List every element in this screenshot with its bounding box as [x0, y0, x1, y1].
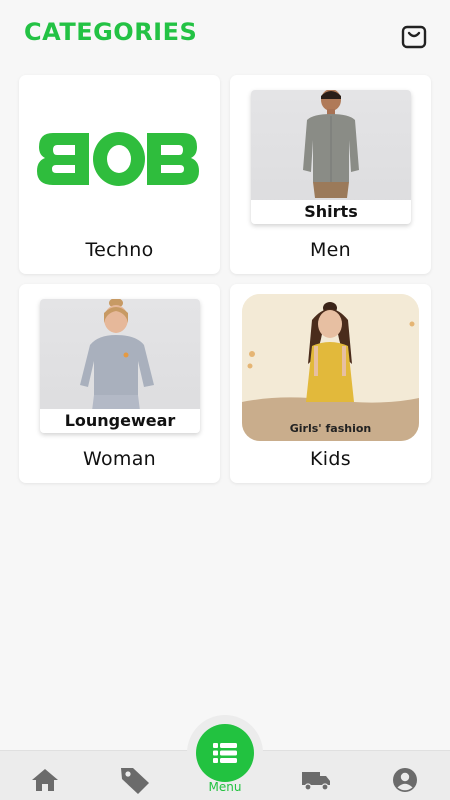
nav-deals[interactable] — [115, 765, 155, 795]
app-header: CATEGORIES — [0, 0, 450, 70]
menu-list-icon — [213, 743, 237, 763]
shopping-bag-icon — [401, 25, 427, 49]
home-icon — [32, 769, 58, 791]
kids-fashion-image: Girls' fashion — [242, 294, 419, 441]
bob-logo-image — [37, 132, 199, 186]
girl-figure-illustration — [242, 294, 419, 441]
page-title: CATEGORIES — [24, 18, 198, 46]
category-label: Men — [309, 239, 352, 261]
cart-button[interactable] — [396, 18, 432, 54]
thumb-caption: Girls' fashion — [289, 422, 372, 435]
men-shirts-image: Shirts — [251, 90, 411, 224]
category-label: Techno — [85, 239, 154, 261]
account-icon — [393, 768, 417, 792]
woman-loungewear-image: Loungewear — [40, 299, 200, 433]
menu-label: Menu — [208, 780, 242, 794]
menu-button[interactable] — [196, 724, 254, 782]
category-card-techno[interactable]: Techno — [19, 75, 220, 274]
category-label: Kids — [310, 448, 351, 470]
thumb-caption: Shirts — [251, 200, 411, 224]
thumb-caption: Loungewear — [40, 409, 200, 433]
category-label: Woman — [83, 448, 156, 470]
nav-account[interactable] — [385, 765, 425, 795]
truck-icon — [302, 772, 330, 791]
category-card-kids[interactable]: Girls' fashion Kids — [230, 284, 431, 483]
tag-icon — [121, 768, 149, 794]
nav-delivery[interactable] — [296, 765, 336, 795]
nav-home[interactable] — [25, 765, 65, 795]
category-card-men[interactable]: Shirts Men — [230, 75, 431, 274]
category-card-woman[interactable]: Loungewear Woman — [19, 284, 220, 483]
category-grid: Techno Shirts Men Loungewear Woman Girls… — [19, 75, 431, 483]
